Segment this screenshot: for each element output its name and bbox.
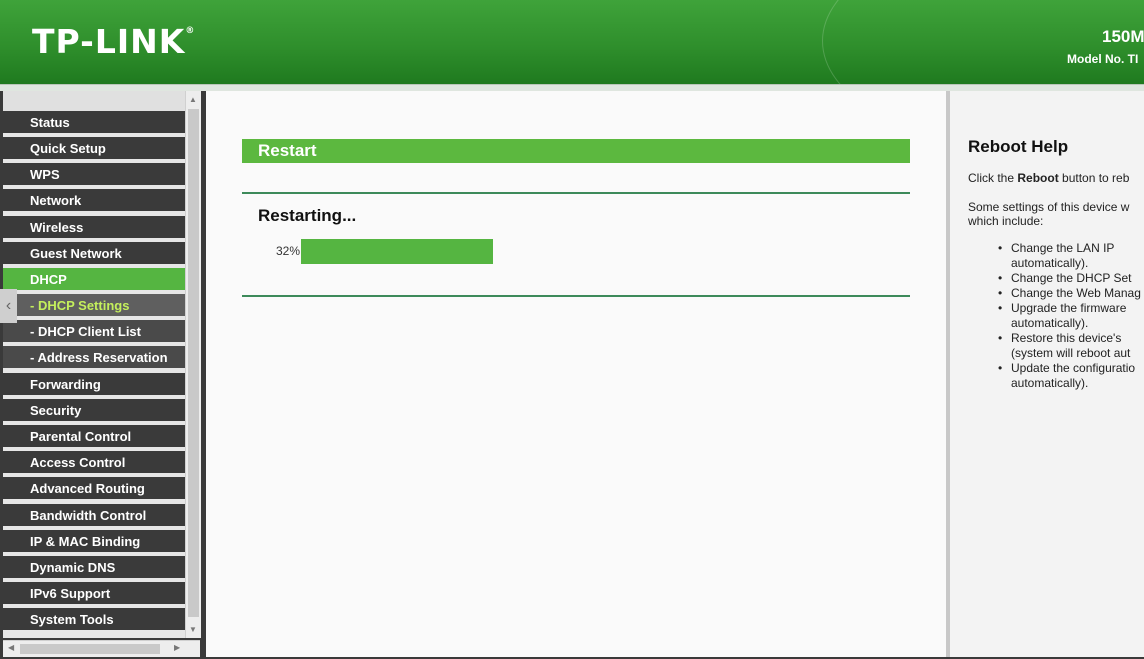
help-intro-after: button to reb (1058, 171, 1130, 185)
model-number: Model No. TI (1067, 52, 1139, 66)
sidebar-item-advanced-routing[interactable]: Advanced Routing (3, 477, 185, 501)
scroll-up-arrow-icon[interactable]: ▲ (189, 95, 197, 104)
sidebar-item-system-tools[interactable]: System Tools (3, 608, 185, 632)
sidebar-item-bandwidth-control[interactable]: Bandwidth Control (3, 504, 185, 528)
help-item-line: Change the Web Manag (1011, 286, 1141, 300)
help-item-line: Update the configuratio (1011, 361, 1136, 375)
sidebar-item-wps[interactable]: WPS (3, 163, 185, 187)
help-intro: Click the Reboot button to reb (968, 171, 1129, 185)
logo-text: TP-LINK (32, 22, 186, 61)
bottom-rule (242, 295, 910, 297)
sidebar-item-security[interactable]: Security (3, 399, 185, 423)
section-title-bar: Restart (242, 139, 910, 163)
sidebar-subitem-address-reservation[interactable]: - Address Reservation (3, 346, 185, 370)
vertical-scroll-thumb[interactable] (188, 109, 199, 617)
list-item: Update the configuratioautomatically). (968, 361, 1144, 391)
sidebar-subitem-dhcp-client-list[interactable]: - DHCP Client List (3, 320, 185, 344)
progress-bar (301, 239, 901, 264)
sidebar-item-guest-network[interactable]: Guest Network (3, 242, 185, 266)
help-panel: Reboot Help Click the Reboot button to r… (950, 91, 1144, 657)
scroll-right-arrow-icon[interactable]: ▶ (174, 643, 180, 652)
list-item: Restore this device's(system will reboot… (968, 331, 1144, 361)
list-item: Change the Web Manag (968, 286, 1144, 301)
sidebar-item-status[interactable]: Status (3, 111, 185, 135)
top-rule (242, 192, 910, 194)
sidebar-item-ipv6-support[interactable]: IPv6 Support (3, 582, 185, 606)
progress-fill (301, 239, 493, 264)
list-item: Change the DHCP Set (968, 271, 1144, 286)
help-item-line: (system will reboot aut (1011, 346, 1131, 360)
help-item-line: Restore this device's (1011, 331, 1122, 345)
sidebar-item-wireless[interactable]: Wireless (3, 216, 185, 240)
sidebar-item-dhcp[interactable]: DHCP (3, 268, 185, 292)
tp-link-logo: TP-LINK® (32, 22, 195, 61)
sidebar-vertical-scrollbar[interactable]: ▲ ▼ (185, 91, 201, 638)
help-item-line: Change the DHCP Set (1011, 271, 1132, 285)
sidebar-item-network[interactable]: Network (3, 189, 185, 213)
sidebar-item-dynamic-dns[interactable]: Dynamic DNS (3, 556, 185, 580)
help-item-line: Upgrade the firmware (1011, 301, 1127, 315)
help-item-line: automatically). (1011, 376, 1089, 390)
list-item: Upgrade the firmwareautomatically). (968, 301, 1144, 331)
help-item-line: automatically). (1011, 256, 1089, 270)
help-settings-line1: Some settings of this device w (968, 200, 1130, 214)
model-title: 150M (1102, 27, 1144, 46)
help-intro-reboot: Reboot (1017, 171, 1059, 185)
main-content: Restart Restarting... 32% (206, 91, 946, 657)
help-bullet-list: Change the LAN IPautomatically). Change … (968, 241, 1144, 391)
sidebar-item-access-control[interactable]: Access Control (3, 451, 185, 475)
sidebar-top-spacer (3, 91, 185, 111)
scroll-down-arrow-icon[interactable]: ▼ (189, 625, 197, 634)
progress-percent: 32% (276, 244, 301, 258)
sidebar-collapse-arrow-icon[interactable]: ‹ (0, 289, 17, 323)
horizontal-scroll-thumb[interactable] (20, 644, 160, 654)
help-title: Reboot Help (968, 137, 1069, 156)
help-item-line: Change the LAN IP (1011, 241, 1115, 255)
registered-mark: ® (185, 26, 196, 36)
help-settings-line2: which include: (968, 214, 1044, 228)
sidebar-horizontal-scrollbar[interactable]: ◀ ▶ (3, 640, 200, 657)
restarting-status: Restarting... (258, 206, 357, 225)
sidebar-item-forwarding[interactable]: Forwarding (3, 373, 185, 397)
header-banner: TP-LINK® 150M Model No. TI (0, 0, 1144, 84)
sidebar-subitem-dhcp-settings[interactable]: - DHCP Settings (3, 294, 185, 318)
sidebar-item-ip-mac-binding[interactable]: IP & MAC Binding (3, 530, 185, 554)
header-divider (0, 84, 1144, 91)
sidebar-item-parental-control[interactable]: Parental Control (3, 425, 185, 449)
help-intro-before: Click the (968, 171, 1018, 185)
scroll-left-arrow-icon[interactable]: ◀ (8, 643, 14, 652)
list-item: Change the LAN IPautomatically). (968, 241, 1144, 271)
help-item-line: automatically). (1011, 316, 1089, 330)
sidebar-menu: Status Quick Setup WPS Network Wireless … (3, 91, 185, 638)
sidebar-item-quick-setup[interactable]: Quick Setup (3, 137, 185, 161)
